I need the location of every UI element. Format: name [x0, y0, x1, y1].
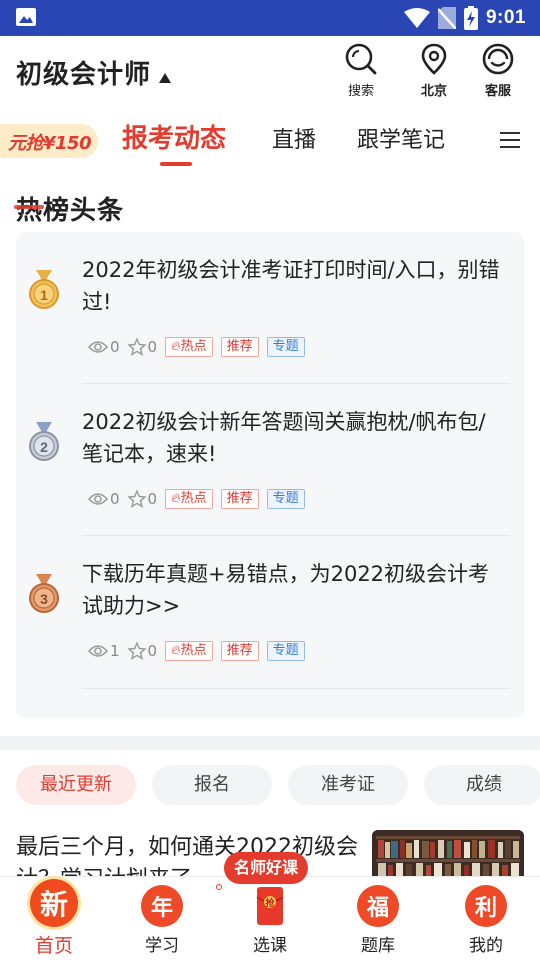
star-icon: [127, 338, 146, 356]
filter-registration[interactable]: 报名: [152, 765, 272, 805]
hot-item-meta: 1 0 🔥︎热点 推荐 专题: [88, 640, 313, 662]
star-count: 0: [147, 642, 158, 660]
tag-recommended: 推荐: [220, 641, 259, 661]
featured-courses-badge[interactable]: 名师好课: [224, 852, 309, 884]
nav-profile-label: 我的: [469, 936, 503, 956]
app-header: 初级会计师 搜索 北京 客服: [0, 36, 540, 110]
divider: [82, 688, 510, 689]
search-label: 搜索: [347, 84, 374, 99]
image-notification-icon: [16, 8, 36, 26]
views-eye-icon: [88, 341, 108, 353]
filter-admission-ticket[interactable]: 准考证: [288, 765, 408, 805]
hot-list-card: 1 2022年初级会计准考证打印时间/入口，别错过! 0 0 🔥︎热点 推荐 专…: [16, 232, 524, 718]
question-bank-fortune-icon: 福: [357, 885, 399, 927]
nav-home[interactable]: 新 首页: [14, 879, 94, 958]
nav-study-label: 学习: [145, 936, 179, 956]
fire-icon: 🔥︎: [171, 643, 181, 658]
menu-icon[interactable]: [498, 130, 522, 150]
bottom-navigation: 新 首页 年 学习 抢 选课 福 题库 利 我的: [0, 876, 540, 960]
view-count: 0: [110, 490, 120, 508]
view-count: 1: [110, 642, 120, 660]
fire-icon: 🔥︎: [171, 491, 181, 506]
nav-study[interactable]: 年 学习: [122, 885, 202, 956]
promo-banner[interactable]: 元抢¥150: [0, 124, 98, 158]
tag-hot: 🔥︎热点: [165, 337, 213, 357]
view-count: 0: [110, 338, 120, 356]
content-tabs: 元抢¥150 报考动态 直播 跟学笔记: [0, 110, 540, 172]
hot-item-meta: 0 0 🔥︎热点 推荐 专题: [88, 488, 313, 510]
study-new-year-icon: 年: [141, 885, 183, 927]
exam-title: 初级会计师: [16, 60, 152, 90]
hot-item-title: 2022年初级会计准考证打印时间/入口，别错过!: [82, 258, 500, 314]
bronze-medal-icon: 3: [29, 574, 59, 613]
hot-item-title: 2022初级会计新年答题闯关赢抱枕/帆布包/笔记本，速来!: [82, 410, 486, 466]
gold-medal-icon: 1: [29, 270, 59, 309]
tab-live[interactable]: 直播: [272, 122, 316, 154]
active-tab-indicator: [160, 162, 192, 166]
tag-topic: 专题: [266, 641, 305, 661]
tag-hot: 🔥︎热点: [165, 489, 213, 509]
nav-question-bank-label: 题库: [361, 936, 395, 956]
no-sim-icon: [437, 7, 456, 29]
tag-topic: 专题: [266, 489, 305, 509]
hot-item[interactable]: 2 2022初级会计新年答题闯关赢抱枕/帆布包/笔记本，速来! 0 0 🔥︎热点…: [16, 384, 524, 536]
nav-question-bank[interactable]: 福 题库: [338, 885, 418, 956]
headset-icon: [482, 43, 514, 75]
section-separator: [0, 736, 540, 750]
views-eye-icon: [88, 493, 108, 505]
star-icon: [127, 490, 146, 508]
exam-selector[interactable]: 初级会计师: [16, 54, 172, 91]
star-icon: [127, 642, 146, 660]
star-count: 0: [147, 338, 158, 356]
rank-number: 1: [40, 287, 48, 303]
battery-charging-icon: [463, 6, 478, 30]
nav-courses-label: 选课: [253, 936, 287, 956]
svg-text:抢: 抢: [265, 897, 275, 909]
filter-recent-updates[interactable]: 最近更新: [16, 765, 136, 805]
rank-number: 2: [40, 439, 48, 455]
nav-courses[interactable]: 抢 选课: [230, 885, 310, 956]
fire-icon: 🔥︎: [171, 339, 181, 354]
customer-service-label: 客服: [484, 84, 511, 99]
hot-title-accent: 热: [13, 190, 45, 227]
tab-registration-news[interactable]: 报考动态: [122, 118, 226, 155]
profile-fortune-icon: 利: [465, 885, 507, 927]
status-bar: 9:01: [0, 0, 540, 36]
location-button[interactable]: 北京: [406, 42, 462, 99]
customer-service-button[interactable]: 客服: [470, 42, 526, 99]
location-label: 北京: [420, 84, 447, 99]
hot-item-title: 下载历年真题+易错点，为2022初级会计考试助力>>: [82, 562, 490, 618]
silver-medal-icon: 2: [29, 422, 59, 461]
hot-item-meta: 0 0 🔥︎热点 推荐 专题: [88, 336, 313, 358]
hot-item[interactable]: 3 下载历年真题+易错点，为2022初级会计考试助力>> 1 0 🔥︎热点 推荐…: [16, 536, 524, 688]
rank-number: 3: [40, 591, 48, 607]
tab-study-notes[interactable]: 跟学笔记: [357, 122, 445, 154]
tag-hot: 🔥︎热点: [165, 641, 213, 661]
badge-pointer-dot: [216, 884, 222, 890]
tag-recommended: 推荐: [220, 489, 259, 509]
views-eye-icon: [88, 645, 108, 657]
nav-home-label: 首页: [34, 935, 73, 957]
location-pin-icon: [421, 43, 447, 75]
promo-text: 元抢¥150: [8, 133, 92, 154]
tag-recommended: 推荐: [220, 337, 259, 357]
star-count: 0: [147, 490, 158, 508]
search-icon: [345, 43, 377, 75]
tag-topic: 专题: [266, 337, 305, 357]
hot-item[interactable]: 1 2022年初级会计准考证打印时间/入口，别错过! 0 0 🔥︎热点 推荐 专…: [16, 232, 524, 384]
nav-profile[interactable]: 利 我的: [446, 885, 526, 956]
home-new-year-icon: 新: [30, 879, 78, 927]
caret-down-icon: [159, 72, 172, 83]
clock: 9:01: [485, 7, 526, 28]
hot-list-title: 热榜头条: [13, 190, 124, 227]
red-envelope-icon: 抢: [256, 887, 284, 925]
filter-scores[interactable]: 成绩: [424, 765, 540, 805]
wifi-icon: [403, 8, 430, 28]
search-button[interactable]: 搜索: [333, 42, 389, 99]
